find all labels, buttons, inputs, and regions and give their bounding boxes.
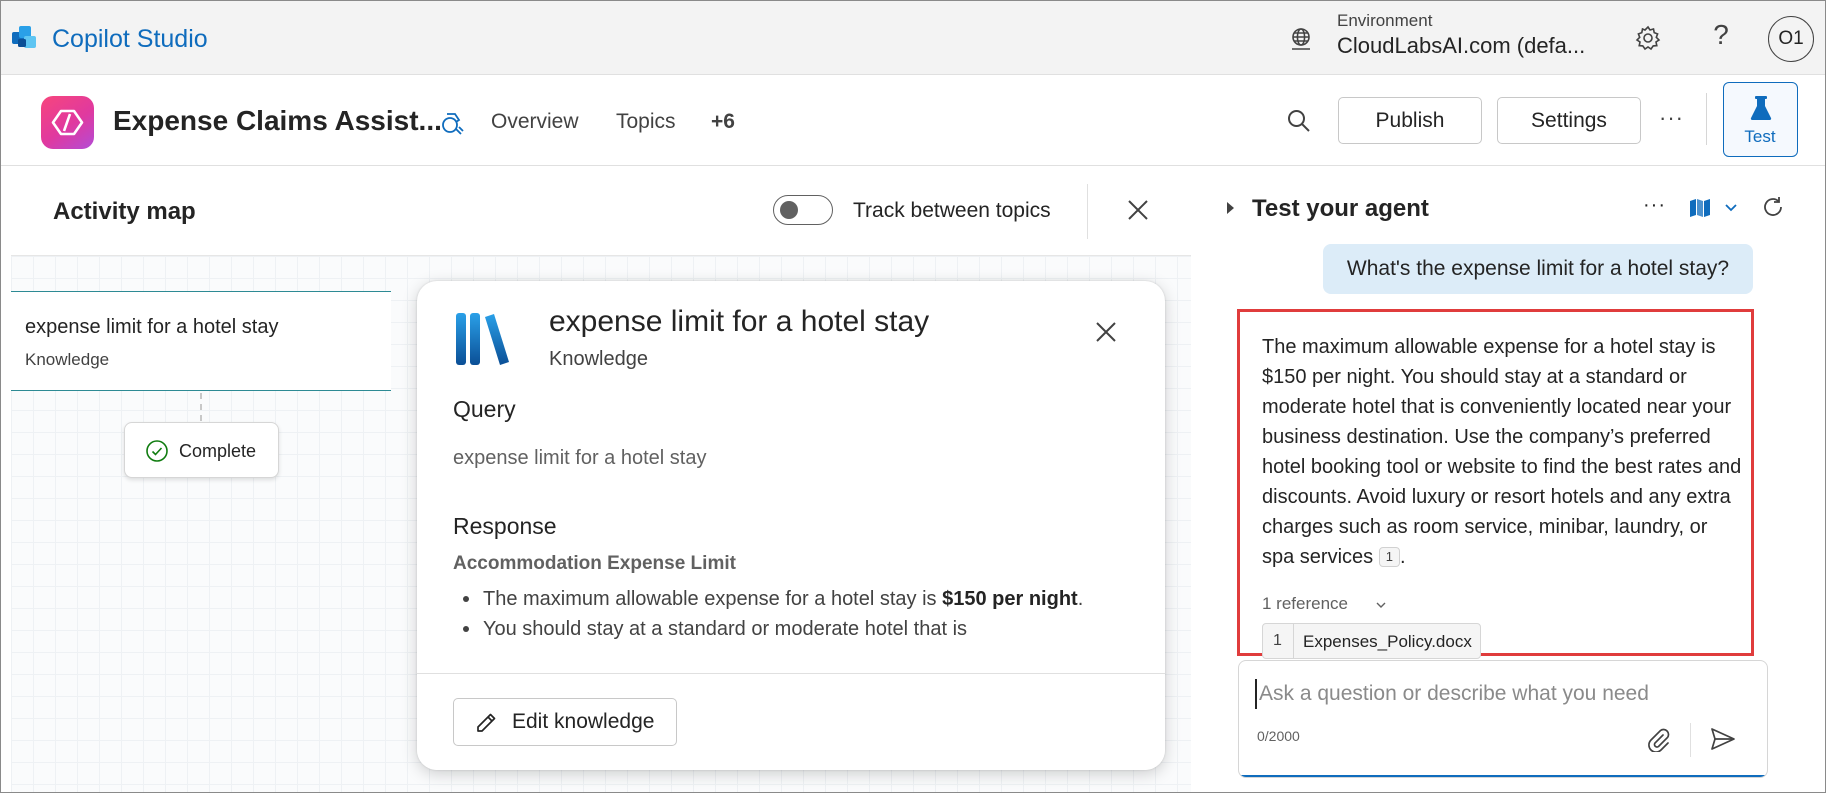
bullet-bold: $150 per night: [942, 588, 1078, 610]
chat-composer: 0/2000: [1238, 660, 1768, 778]
response-subheading: Accommodation Expense Limit: [453, 553, 736, 574]
references-toggle[interactable]: 1 reference: [1262, 594, 1348, 614]
nav-overview[interactable]: Overview: [491, 110, 579, 134]
node-title: expense limit for a hotel stay: [25, 316, 279, 338]
response-bullet: The maximum allowable expense for a hote…: [453, 584, 1153, 614]
agent-edit-icon[interactable]: [438, 108, 468, 138]
reference-number: 1: [1273, 632, 1282, 649]
send-divider: [1690, 723, 1691, 757]
reference-chip[interactable]: 1 Expenses_Policy.docx: [1262, 623, 1481, 659]
bullet-tail: .: [1077, 588, 1084, 610]
agent-answer: The maximum allowable expense for a hote…: [1262, 332, 1742, 572]
search-icon[interactable]: [1285, 107, 1313, 135]
toggle-knob: [780, 201, 798, 219]
query-text: expense limit for a hotel stay: [453, 447, 707, 469]
attach-icon[interactable]: [1645, 726, 1671, 752]
test-button[interactable]: Test: [1723, 82, 1798, 157]
response-heading: Response: [453, 513, 557, 539]
chevron-down-icon[interactable]: [1375, 599, 1387, 611]
environment-label: Environment: [1337, 11, 1433, 30]
reference-separator: [1293, 624, 1294, 658]
app-bar: Copilot Studio Environment CloudLabsAI.c…: [1, 1, 1825, 75]
map-icon[interactable]: [1688, 196, 1712, 220]
nav-more-tabs[interactable]: +6: [711, 110, 735, 134]
detail-footer: Edit knowledge: [417, 673, 1165, 770]
bullet-text: You should stay at a standard or moderat…: [483, 618, 968, 640]
pencil-icon: [477, 713, 496, 732]
avatar[interactable]: O1: [1768, 16, 1814, 62]
agent-name[interactable]: Expense Claims Assist...: [113, 105, 442, 137]
knowledge-detail-card: expense limit for a hotel stay Knowledge…: [417, 281, 1165, 770]
flask-icon: [1750, 96, 1772, 120]
collapse-caret-icon[interactable]: [1227, 202, 1234, 214]
check-circle-icon: [146, 440, 168, 462]
track-topics-toggle[interactable]: [773, 195, 833, 225]
nav-topics[interactable]: Topics: [616, 110, 676, 134]
answer-end: .: [1399, 546, 1406, 568]
copilot-logo-icon[interactable]: [10, 23, 40, 53]
header-divider: [1087, 184, 1088, 239]
detail-title: expense limit for a hotel stay: [549, 305, 930, 338]
agent-icon: [41, 96, 94, 149]
test-panel: Test your agent ··· What's the expense l…: [1192, 166, 1825, 792]
activity-map-header: Activity map Track between topics: [11, 166, 1191, 256]
edit-knowledge-button[interactable]: Edit knowledge: [453, 698, 677, 746]
chevron-down-icon[interactable]: [1723, 199, 1739, 215]
books-icon: [456, 313, 509, 365]
detail-subtitle: Knowledge: [549, 348, 648, 370]
user-message: What's the expense limit for a hotel sta…: [1323, 244, 1753, 294]
node-connector: [200, 393, 202, 421]
query-heading: Query: [453, 396, 516, 422]
chat-input[interactable]: [1255, 679, 1745, 709]
edit-knowledge-label: Edit knowledge: [512, 710, 655, 733]
complete-status[interactable]: Complete: [124, 422, 279, 478]
char-count: 0/2000: [1257, 728, 1300, 744]
app-title[interactable]: Copilot Studio: [52, 25, 208, 54]
complete-label: Complete: [179, 441, 257, 461]
answer-text: The maximum allowable expense for a hote…: [1262, 336, 1742, 568]
settings-button[interactable]: Settings: [1497, 97, 1641, 144]
send-icon[interactable]: [1709, 725, 1737, 753]
citation-marker[interactable]: 1: [1378, 547, 1400, 567]
test-more-button[interactable]: ···: [1643, 194, 1666, 217]
test-panel-title: Test your agent: [1252, 195, 1429, 222]
bullet-text: The maximum allowable expense for a hote…: [483, 588, 943, 610]
reference-name: Expenses_Policy.docx: [1303, 632, 1472, 651]
close-icon[interactable]: [1093, 319, 1119, 345]
track-topics-label: Track between topics: [853, 199, 1051, 222]
close-icon[interactable]: [1124, 196, 1152, 224]
environment-selector[interactable]: CloudLabsAI.com (defa...: [1337, 33, 1585, 59]
agent-answer-highlight: The maximum allowable expense for a hote…: [1237, 309, 1754, 659]
publish-button[interactable]: Publish: [1338, 97, 1482, 144]
globe-icon: [1292, 28, 1310, 50]
refresh-icon[interactable]: [1760, 194, 1786, 220]
app-window: Copilot Studio Environment CloudLabsAI.c…: [0, 0, 1826, 793]
header-divider: [1706, 93, 1707, 145]
response-bullet: You should stay at a standard or moderat…: [453, 614, 1153, 644]
help-icon[interactable]: ?: [1706, 19, 1736, 53]
test-label: Test: [1744, 127, 1776, 146]
composer-focus-bar: [1239, 775, 1767, 777]
activity-map-title: Activity map: [53, 198, 196, 225]
gear-icon[interactable]: [1633, 23, 1663, 53]
node-type: Knowledge: [25, 350, 110, 369]
agent-header: Expense Claims Assist... Overview Topics…: [1, 75, 1825, 166]
response-list: The maximum allowable expense for a hote…: [453, 584, 1153, 644]
knowledge-node[interactable]: expense limit for a hotel stay Knowledge: [11, 291, 391, 391]
more-options-button[interactable]: ···: [1659, 105, 1684, 131]
